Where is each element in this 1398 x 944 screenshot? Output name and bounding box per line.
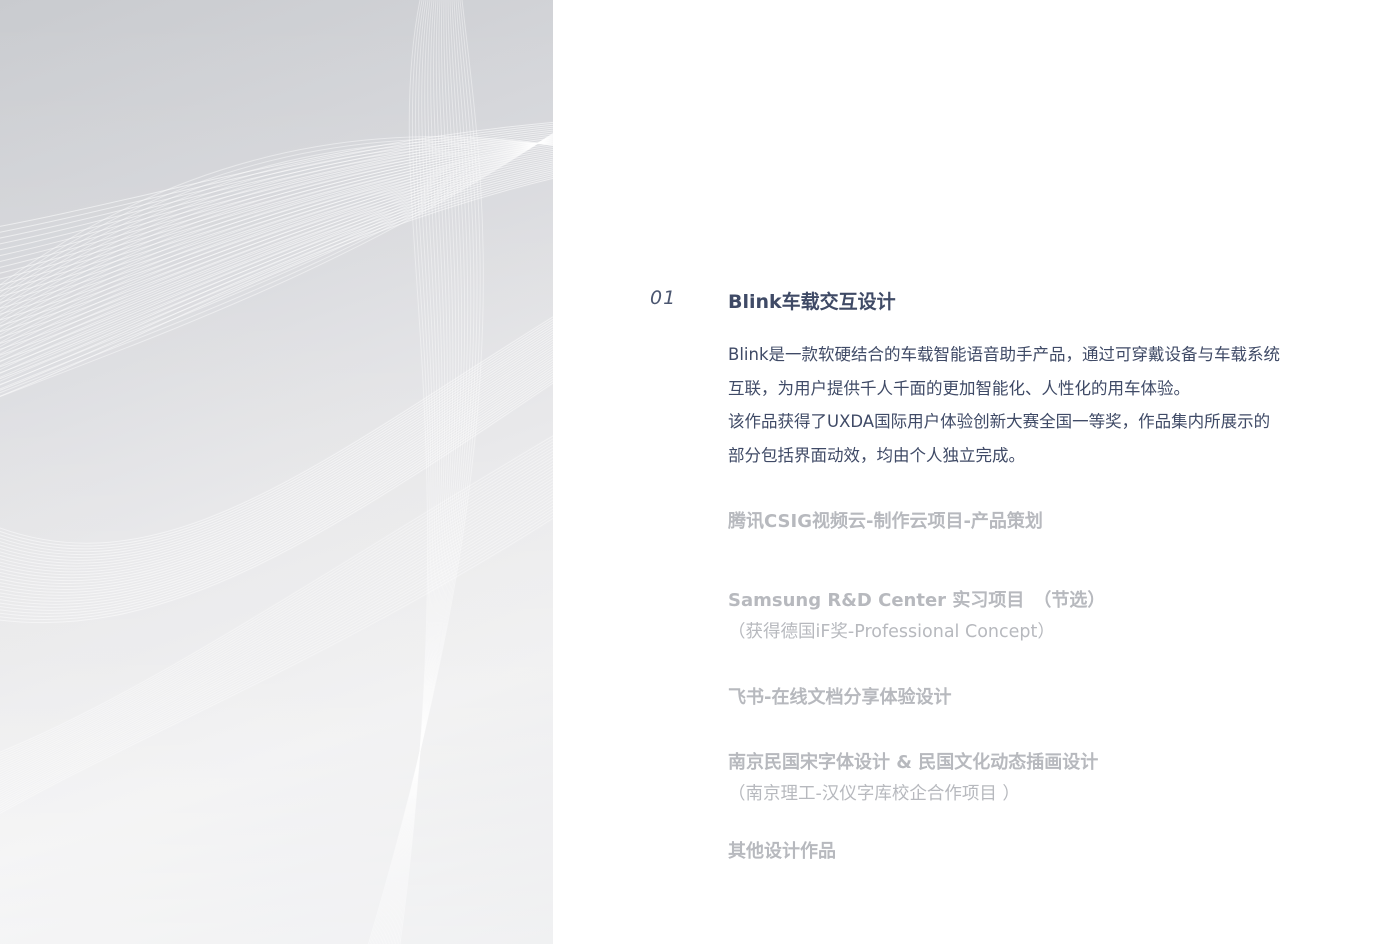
project-item-title: Samsung R&D Center 实习项目 （节选） bbox=[728, 590, 1106, 611]
decorative-mesh-artwork bbox=[0, 0, 553, 944]
project-item-samsung[interactable]: Samsung R&D Center 实习项目 （节选） （获得德国iF奖-Pr… bbox=[728, 586, 1105, 643]
description-line: 部分包括界面动效，均由个人独立完成。 bbox=[728, 445, 1025, 465]
project-item-subtitle: （获得德国iF奖-Professional Concept） bbox=[728, 622, 1055, 642]
project-item-other[interactable]: 其他设计作品 bbox=[728, 837, 836, 863]
project-item-title: 其他设计作品 bbox=[728, 841, 836, 862]
section-number: 01 bbox=[650, 287, 677, 309]
description-line: 互联，为用户提供千人千面的更加智能化、人性化的用车体验。 bbox=[728, 378, 1190, 398]
project-item-feishu[interactable]: 飞书-在线文档分享体验设计 bbox=[728, 683, 951, 709]
contents-list: 01 Blink车载交互设计 Blink是一款软硬结合的车载智能语音助手产品，通… bbox=[553, 0, 1398, 944]
portfolio-contents-page: 01 Blink车载交互设计 Blink是一款软硬结合的车载智能语音助手产品，通… bbox=[0, 0, 1398, 944]
project-item-nanjing-font[interactable]: 南京民国宋字体设计 & 民国文化动态插画设计 （南京理工-汉仪字库校企合作项目 … bbox=[728, 748, 1098, 805]
featured-project-title[interactable]: Blink车载交互设计 bbox=[728, 287, 896, 314]
description-line: 该作品获得了UXDA国际用户体验创新大赛全国一等奖，作品集内所展示的 bbox=[728, 412, 1271, 431]
project-item-tencent[interactable]: 腾讯CSIG视频云-制作云项目-产品策划 bbox=[728, 507, 1043, 533]
description-line: Blink是一款软硬结合的车载智能语音助手产品，通过可穿戴设备与车载系统 bbox=[728, 345, 1281, 364]
featured-project-description: Blink是一款软硬结合的车载智能语音助手产品，通过可穿戴设备与车载系统 互联，… bbox=[728, 338, 1328, 472]
wave-mesh-illustration bbox=[0, 0, 553, 944]
project-item-subtitle: （南京理工-汉仪字库校企合作项目 ） bbox=[728, 784, 1020, 804]
project-item-title: 南京民国宋字体设计 & 民国文化动态插画设计 bbox=[728, 752, 1099, 773]
project-item-title: 飞书-在线文档分享体验设计 bbox=[728, 687, 952, 708]
project-item-title: 腾讯CSIG视频云-制作云项目-产品策划 bbox=[728, 511, 1043, 532]
